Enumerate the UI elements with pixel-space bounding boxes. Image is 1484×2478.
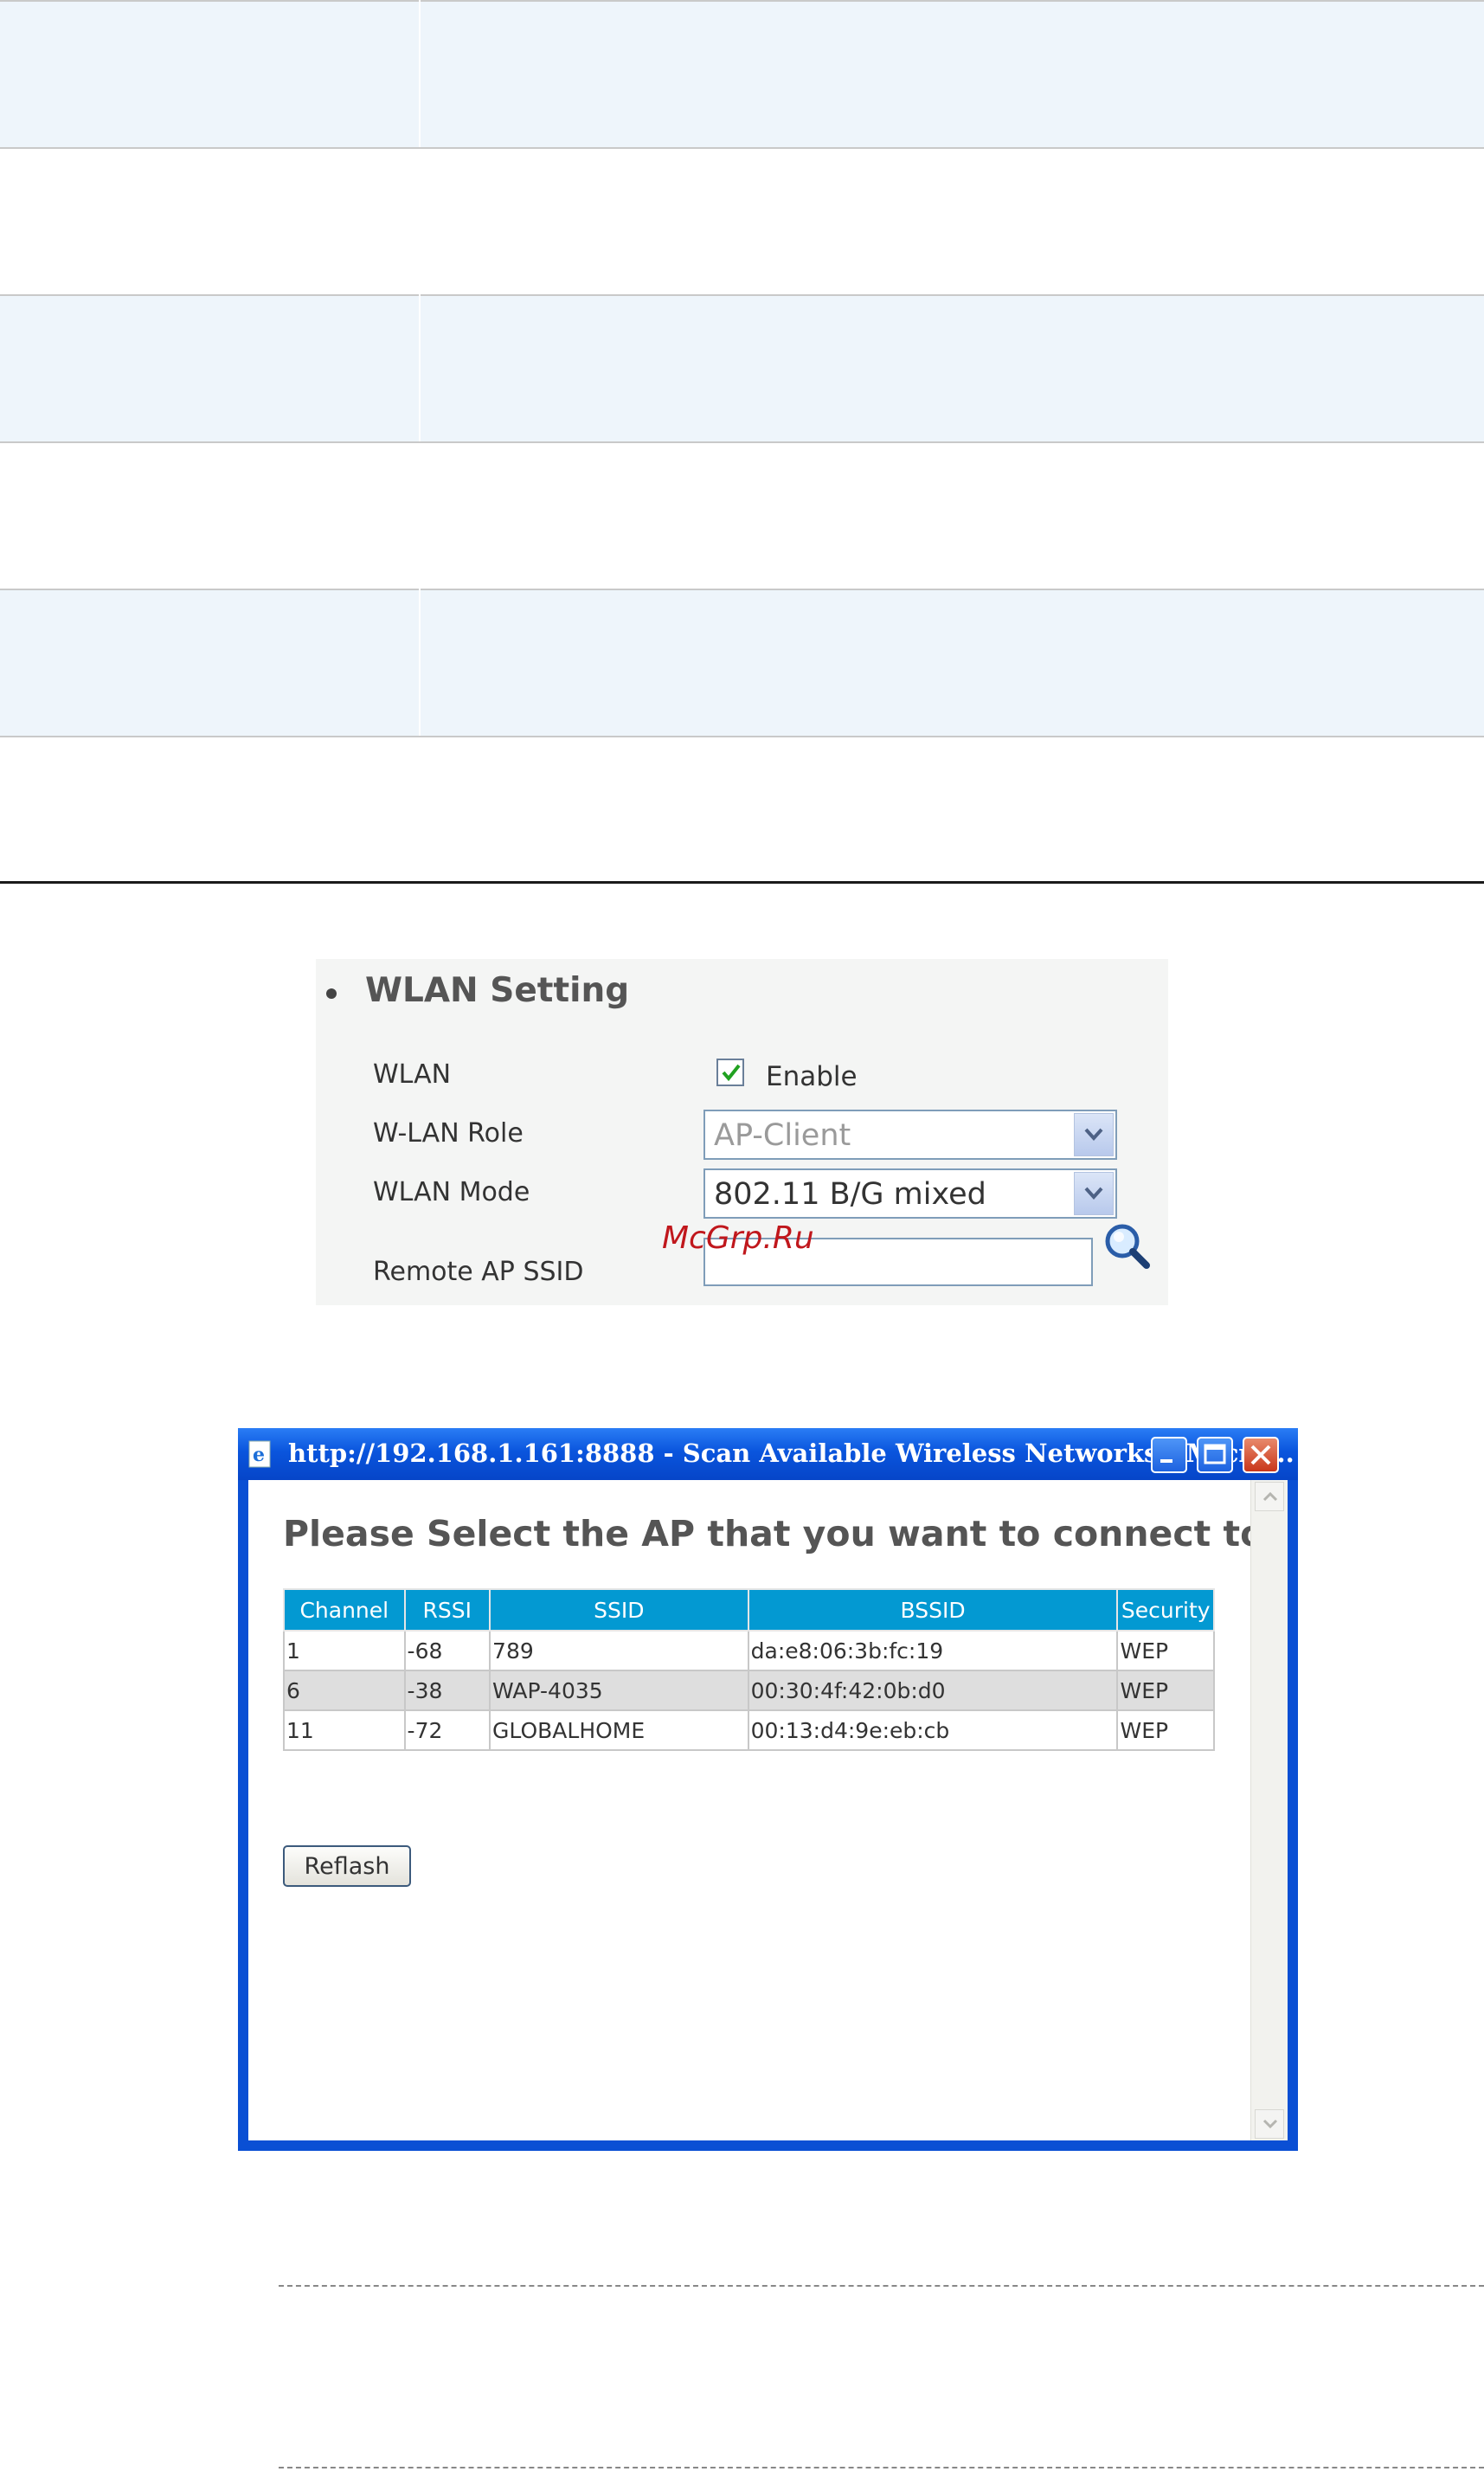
scroll-up-button[interactable] (1255, 1482, 1284, 1511)
minimize-button[interactable] (1151, 1437, 1187, 1473)
table-row (0, 0, 1484, 147)
vertical-scrollbar[interactable] (1250, 1480, 1288, 2140)
window-titlebar[interactable]: e http://192.168.1.161:8888 - Scan Avail… (238, 1428, 1298, 1480)
table-row[interactable]: 11 -72 GLOBALHOME 00:13:d4:9e:eb:cb WEP (283, 1709, 1215, 1751)
cell-security: WEP (1116, 1630, 1215, 1671)
table-row (0, 147, 1484, 294)
wlan-role-value: AP-Client (714, 1118, 851, 1153)
table-bottom-rule (0, 881, 1484, 884)
row-divider (0, 0, 1484, 2)
remote-ssid-label: Remote AP SSID (373, 1257, 584, 1287)
row-divider (0, 147, 1484, 149)
column-separator (419, 0, 421, 147)
wlan-label: WLAN (373, 1059, 452, 1090)
wlan-role-label: W-LAN Role (373, 1118, 524, 1149)
maximize-icon (1204, 1444, 1226, 1464)
cell-security: WEP (1116, 1709, 1215, 1751)
magnifier-icon[interactable] (1102, 1220, 1153, 1272)
column-header-channel: Channel (283, 1588, 406, 1632)
page-heading: Please Select the AP that you want to co… (283, 1513, 1265, 1554)
cell-ssid[interactable]: 789 (489, 1630, 749, 1671)
table-row[interactable]: 6 -38 WAP-4035 00:30:4f:42:0b:d0 WEP (283, 1670, 1215, 1711)
table-row (0, 736, 1484, 881)
maximize-button[interactable] (1197, 1437, 1233, 1473)
cell-bssid: da:e8:06:3b:fc:19 (747, 1630, 1119, 1671)
chevron-up-icon (1262, 1491, 1278, 1502)
column-header-security: Security (1116, 1588, 1215, 1632)
scroll-down-button[interactable] (1255, 2109, 1284, 2139)
cell-rssi: -68 (403, 1630, 491, 1671)
close-icon (1250, 1445, 1271, 1465)
cell-ssid[interactable]: WAP-4035 (489, 1670, 749, 1711)
chevron-down-icon (1084, 1128, 1103, 1141)
wlan-role-select[interactable]: AP-Client (703, 1110, 1117, 1160)
column-header-rssi: RSSI (403, 1588, 491, 1632)
column-separator (419, 294, 421, 441)
column-header-ssid: SSID (489, 1588, 749, 1632)
cell-rssi: -38 (403, 1670, 491, 1711)
svg-text:e: e (253, 1444, 265, 1466)
cell-channel: 6 (283, 1670, 406, 1711)
minimize-icon (1160, 1459, 1172, 1463)
cell-channel: 1 (283, 1630, 406, 1671)
enable-label: Enable (766, 1061, 858, 1092)
cell-rssi: -72 (403, 1709, 491, 1751)
wlan-enable-checkbox[interactable] (716, 1059, 744, 1086)
window-title: http://192.168.1.161:8888 - Scan Availab… (288, 1439, 1294, 1468)
wlan-mode-select[interactable]: 802.11 B/G mixed (703, 1168, 1117, 1219)
cell-bssid: 00:13:d4:9e:eb:cb (747, 1709, 1119, 1751)
column-separator (419, 589, 421, 736)
row-divider (0, 441, 1484, 443)
cell-bssid: 00:30:4f:42:0b:d0 (747, 1670, 1119, 1711)
table-row (0, 441, 1484, 589)
table-row (0, 589, 1484, 736)
close-button[interactable] (1243, 1437, 1279, 1473)
table-header-row: Channel RSSI SSID BSSID Security (283, 1588, 1215, 1632)
watermark: McGrp.Ru (662, 1220, 814, 1256)
dropdown-button[interactable] (1074, 1172, 1114, 1215)
ap-table: Channel RSSI SSID BSSID Security 1 -68 7… (283, 1588, 1215, 1751)
cell-channel: 11 (283, 1709, 406, 1751)
ie-page-icon: e (248, 1440, 271, 1468)
dashed-separator (279, 2285, 1484, 2287)
chevron-down-icon (1262, 2119, 1278, 2129)
cell-ssid[interactable]: GLOBALHOME (489, 1709, 749, 1751)
cell-security: WEP (1116, 1670, 1215, 1711)
table-row (0, 294, 1484, 441)
table-row[interactable]: 1 -68 789 da:e8:06:3b:fc:19 WEP (283, 1630, 1215, 1671)
dropdown-button[interactable] (1074, 1113, 1114, 1156)
scan-window: e http://192.168.1.161:8888 - Scan Avail… (238, 1428, 1298, 2151)
row-divider (0, 294, 1484, 296)
chevron-down-icon (1084, 1187, 1103, 1200)
dashed-separator (279, 2467, 1484, 2468)
bullet-icon (326, 988, 337, 999)
window-content: Please Select the AP that you want to co… (248, 1480, 1288, 2140)
reflash-button[interactable]: Reflash (283, 1845, 411, 1887)
row-divider (0, 736, 1484, 737)
row-divider (0, 589, 1484, 590)
column-header-bssid: BSSID (747, 1588, 1119, 1632)
checkmark-icon (722, 1064, 741, 1082)
section-title: WLAN Setting (365, 971, 630, 1010)
wlan-mode-label: WLAN Mode (373, 1177, 530, 1207)
wlan-mode-value: 802.11 B/G mixed (714, 1177, 986, 1212)
